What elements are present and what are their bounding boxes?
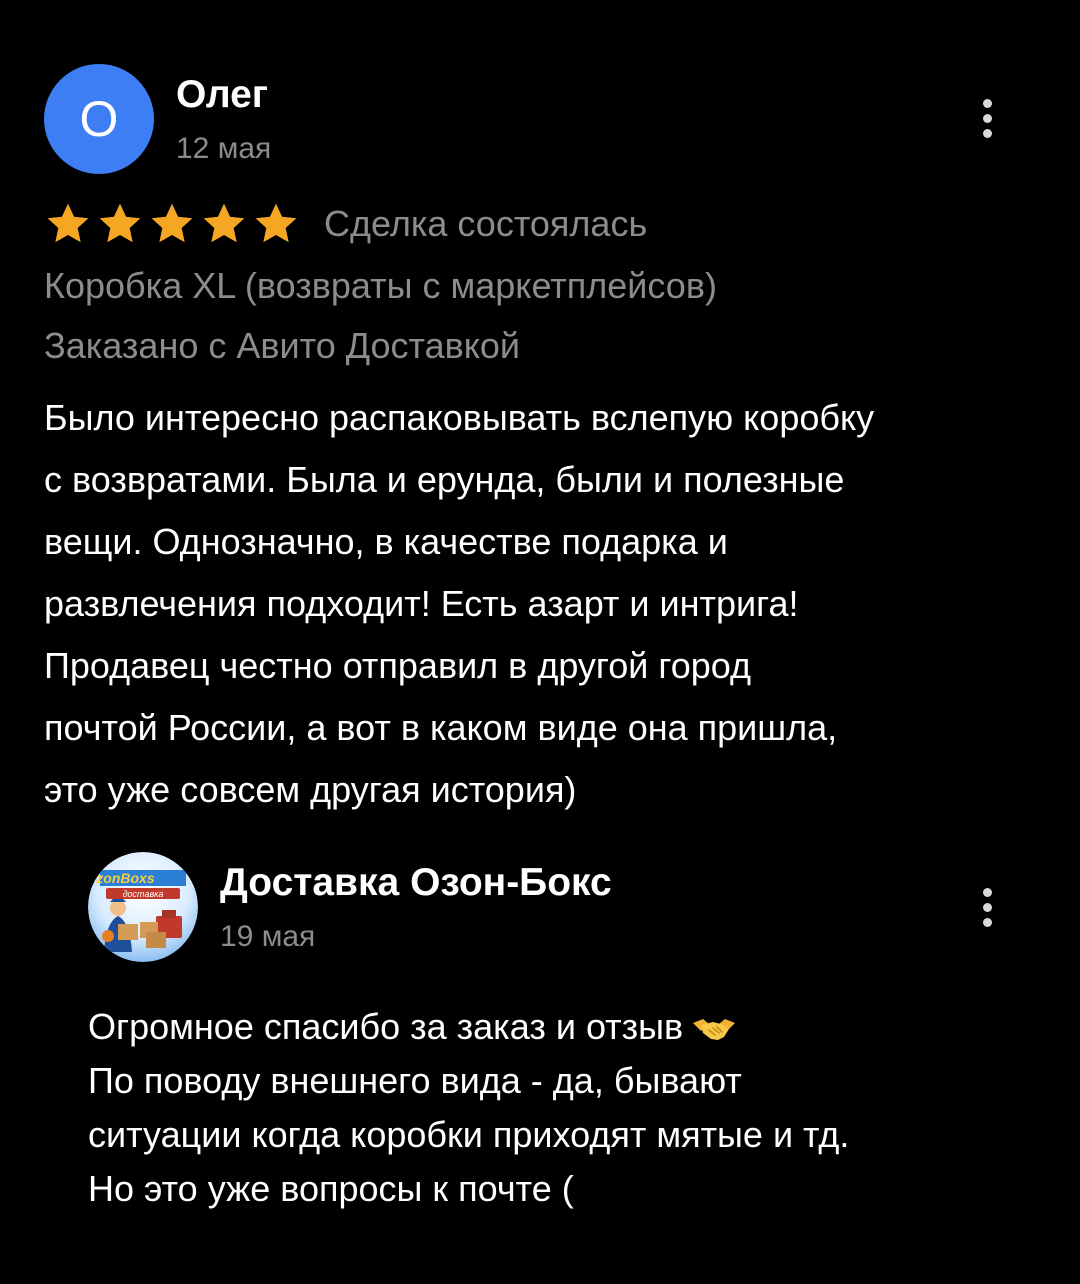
reply-date: 19 мая bbox=[220, 920, 316, 953]
review-date: 12 мая bbox=[176, 132, 272, 165]
reply-text-line: ситуации когда коробки приходят мятые и … bbox=[88, 1114, 850, 1155]
review-text-line: с возвратами. Была и ерунда, были и поле… bbox=[44, 459, 845, 500]
menu-dot bbox=[982, 902, 992, 912]
review-text-line: развлечения подходит! Есть азарт и интри… bbox=[44, 583, 799, 624]
review-text-line: Продавец честно отправил в другой город bbox=[44, 645, 752, 686]
review-text-line: это уже совсем другая история) bbox=[44, 769, 577, 810]
star-icon bbox=[99, 203, 141, 243]
product-name[interactable]: Коробка XL (возвраты с маркетплейсов) bbox=[44, 260, 717, 312]
menu-dot bbox=[982, 917, 992, 927]
rating-row: Сделка состоялась bbox=[44, 198, 647, 250]
menu-dot bbox=[982, 98, 992, 108]
reply-text-line: Но это уже вопросы к почте ( bbox=[88, 1168, 574, 1209]
review-author-name[interactable]: Олег bbox=[176, 72, 268, 118]
star-icon bbox=[151, 203, 193, 243]
avatar[interactable]: О bbox=[44, 64, 154, 174]
review-text-line: почтой России, а вот в каком виде она пр… bbox=[44, 707, 838, 748]
seller-logo[interactable]: OzonBoxs доставка bbox=[88, 852, 198, 962]
star-icon bbox=[47, 203, 89, 243]
star-rating bbox=[44, 200, 300, 248]
seller-name[interactable]: Доставка Озон-Бокс bbox=[220, 860, 612, 906]
deal-status: Сделка состоялась bbox=[324, 203, 648, 244]
reply-text-line-content: Огромное спасибо за заказ и отзыв bbox=[88, 1006, 684, 1047]
more-vertical-icon[interactable] bbox=[972, 877, 1002, 937]
review-text: Было интересно распаковывать вслепую кор… bbox=[44, 387, 1044, 821]
menu-dot bbox=[982, 113, 992, 123]
avatar-letter: О bbox=[79, 91, 119, 147]
logo-subtext: доставка bbox=[123, 889, 164, 899]
star-icon bbox=[255, 203, 297, 243]
review-text-line: вещи. Однозначно, в качестве подарка и bbox=[44, 521, 728, 562]
delivery-method: Заказано с Авито Доставкой bbox=[44, 325, 521, 366]
reply-text: Огромное спасибо за заказ и отзыв По пов… bbox=[88, 1000, 1048, 1216]
handshake-icon bbox=[693, 1019, 736, 1040]
star-icon bbox=[203, 203, 245, 243]
menu-dot bbox=[982, 887, 992, 897]
more-vertical-icon[interactable] bbox=[972, 88, 1002, 148]
reply-text-line: По поводу внешнего вида - да, бывают bbox=[88, 1060, 742, 1101]
reply-text-line: Огромное спасибо за заказ и отзыв bbox=[88, 1000, 1048, 1054]
logo-text: OzonBoxs bbox=[88, 870, 155, 886]
review-text-line: Было интересно распаковывать вслепую кор… bbox=[44, 397, 875, 438]
menu-dot bbox=[982, 128, 992, 138]
